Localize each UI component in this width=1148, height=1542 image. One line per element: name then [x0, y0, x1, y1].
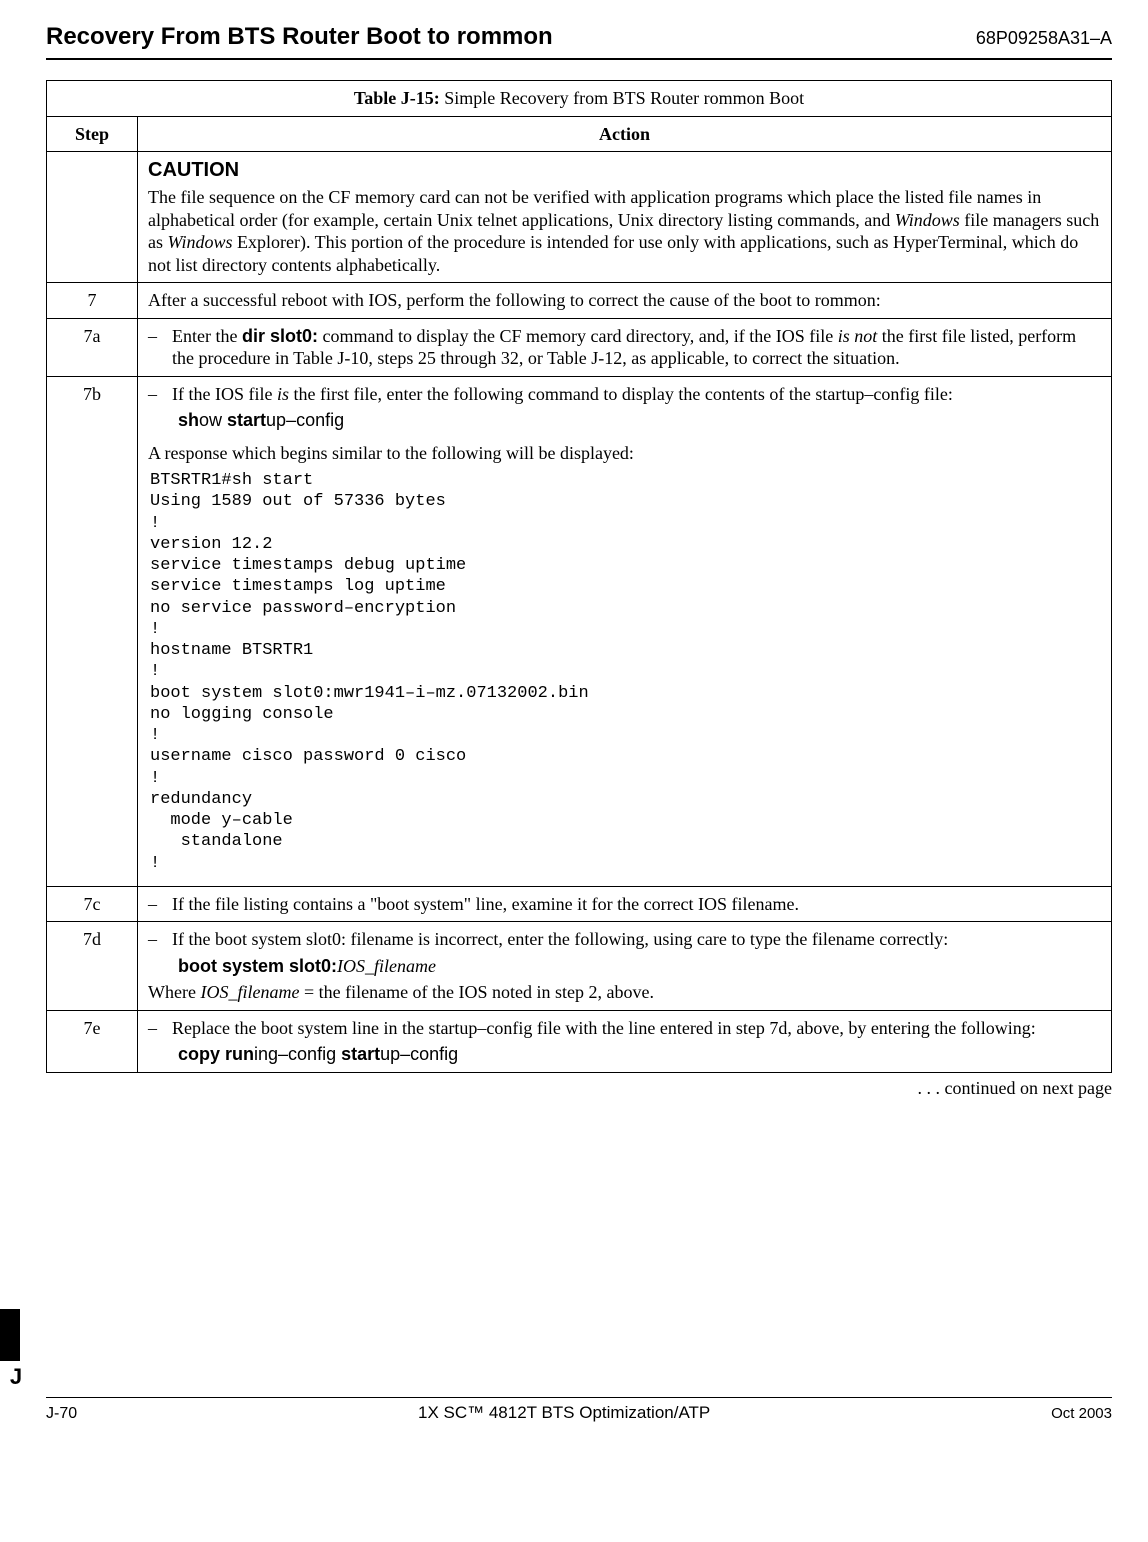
table-caption-row: Table J-15: Simple Recovery from BTS Rou… — [47, 81, 1112, 117]
table-header-row: Step Action — [47, 116, 1112, 152]
step-7b-action: – If the IOS file is the first file, ent… — [138, 376, 1112, 886]
col-action: Action — [138, 116, 1112, 152]
dash-icon: – — [148, 383, 172, 432]
step-7a-action: – Enter the dir slot0: command to displa… — [138, 318, 1112, 376]
caution-body: The file sequence on the CF memory card … — [148, 186, 1101, 276]
header-rule — [46, 58, 1112, 60]
col-step: Step — [47, 116, 138, 152]
step-7e-action: – Replace the boot system line in the st… — [138, 1010, 1112, 1072]
step-7b-row: 7b – If the IOS file is the first file, … — [47, 376, 1112, 886]
header-doc-id: 68P09258A31–A — [976, 27, 1112, 50]
caution-heading: CAUTION — [148, 158, 1101, 183]
footer-page: J-70 — [46, 1404, 77, 1424]
step-7-num: 7 — [47, 283, 138, 319]
step-7c-num: 7c — [47, 886, 138, 922]
dash-icon: – — [148, 1017, 172, 1066]
step-7a-num: 7a — [47, 318, 138, 376]
step-7-action: After a successful reboot with IOS, perf… — [138, 283, 1112, 319]
step-7e-row: 7e – Replace the boot system line in the… — [47, 1010, 1112, 1072]
step-7c-row: 7c – If the file listing contains a "boo… — [47, 886, 1112, 922]
section-tab-block — [0, 1309, 20, 1361]
step-7e-num: 7e — [47, 1010, 138, 1072]
dash-icon: – — [148, 893, 172, 916]
step-7d-row: 7d – If the boot system slot0: filename … — [47, 922, 1112, 1011]
procedure-table: Table J-15: Simple Recovery from BTS Rou… — [46, 80, 1112, 1073]
step-7c-action: – If the file listing contains a "boot s… — [138, 886, 1112, 922]
step-7a-row: 7a – Enter the dir slot0: command to dis… — [47, 318, 1112, 376]
page-header: Recovery From BTS Router Boot to rommon … — [46, 22, 1112, 52]
page-footer: J J-70 1X SC™ 4812T BTS Optimization/ATP… — [46, 1309, 1112, 1424]
step-7d-where: Where IOS_filename = the filename of the… — [148, 981, 1101, 1004]
header-title: Recovery From BTS Router Boot to rommon — [46, 22, 553, 52]
table-caption-label: Table J-15: — [354, 88, 440, 108]
step-7d-action: – If the boot system slot0: filename is … — [138, 922, 1112, 1011]
terminal-output: BTSRTR1#sh start Using 1589 out of 57336… — [150, 470, 1101, 874]
step-7b-num: 7b — [47, 376, 138, 886]
footer-center: 1X SC™ 4812T BTS Optimization/ATP — [418, 1402, 710, 1423]
table-caption-text: Simple Recovery from BTS Router rommon B… — [440, 88, 804, 108]
step-7-row: 7 After a successful reboot with IOS, pe… — [47, 283, 1112, 319]
step-7d-num: 7d — [47, 922, 138, 1011]
continued-note: . . . continued on next page — [46, 1077, 1112, 1100]
caution-row: CAUTION The file sequence on the CF memo… — [47, 152, 1112, 283]
step-7b-follow: A response which begins similar to the f… — [148, 442, 1101, 465]
footer-rule — [46, 1397, 1112, 1398]
footer-date: Oct 2003 — [1051, 1405, 1112, 1424]
section-tab-letter: J — [6, 1363, 26, 1391]
dash-icon: – — [148, 928, 172, 977]
dash-icon: – — [148, 325, 172, 370]
